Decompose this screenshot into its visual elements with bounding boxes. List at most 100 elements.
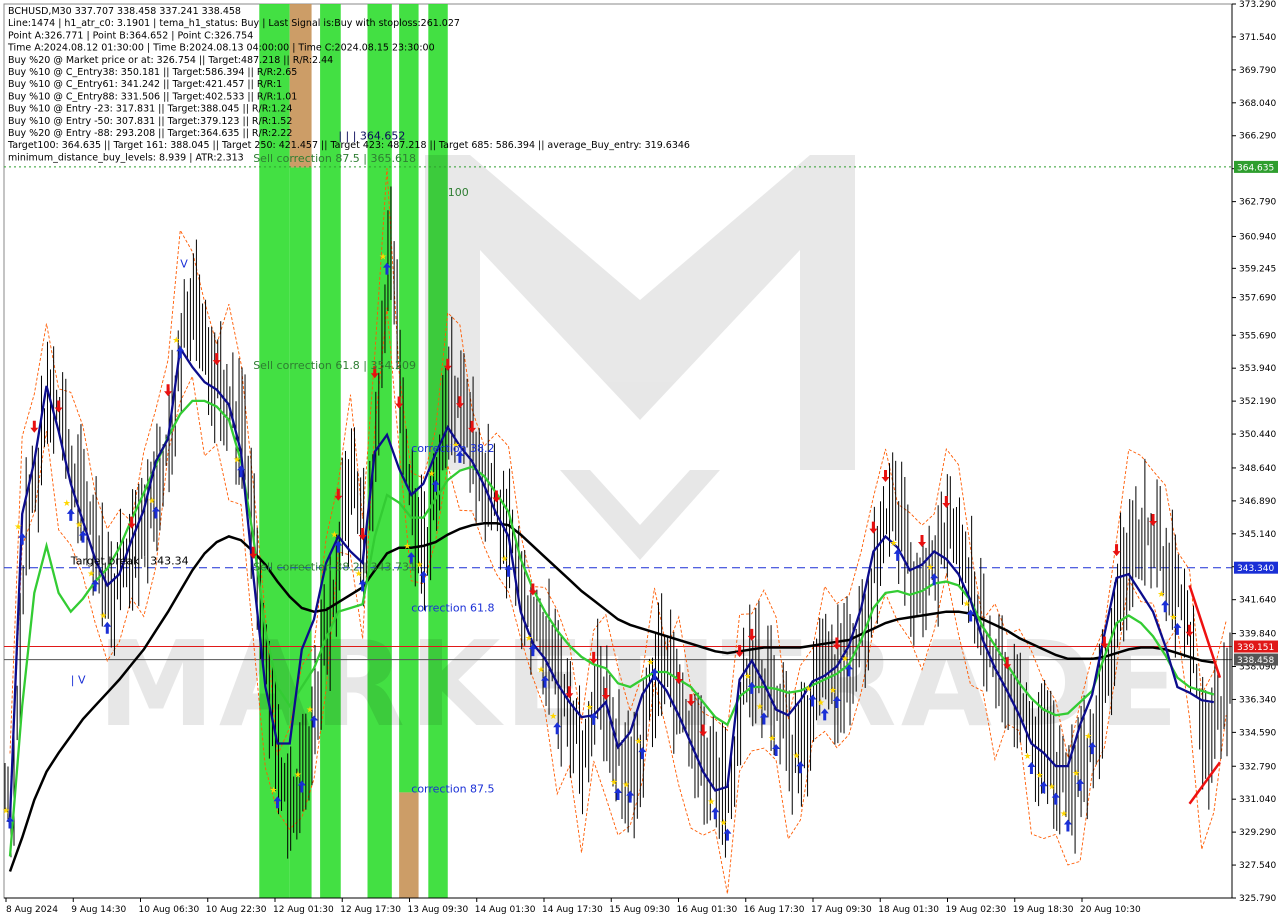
buy-star-icon: ★: [525, 634, 533, 644]
buy-star-icon: ★: [14, 523, 22, 533]
buy-star-icon: ★: [270, 786, 278, 796]
info-line-11: Target100: 364.635 || Target 161: 388.04…: [7, 140, 690, 151]
info-line-2: Point A:326.771 | Point B:364.652 | Poin…: [8, 30, 253, 41]
y-tick-label: 353.940: [1239, 364, 1276, 374]
y-tick-label: 341.640: [1239, 596, 1276, 606]
buy-star-icon: ★: [87, 569, 95, 579]
buy-star-icon: ★: [1169, 613, 1177, 623]
chart-annotation-4: correction 38.2: [411, 442, 494, 455]
buy-star-icon: ★: [963, 600, 971, 610]
y-tick-label: 371.540: [1239, 33, 1276, 43]
buy-star-icon: ★: [829, 686, 837, 696]
buy-star-icon: ★: [99, 612, 107, 622]
buy-star-icon: ★: [1084, 732, 1092, 742]
x-tick-label: 14 Aug 01:30: [475, 905, 536, 915]
x-tick-label: 19 Aug 02:30: [946, 905, 1007, 915]
x-tick-label: 16 Aug 17:30: [744, 905, 805, 915]
info-line-3: Time A:2024.08.12 01:30:00 | Time B:2024…: [7, 43, 435, 54]
chart-annotation-5: Target break | 343.34: [70, 555, 189, 568]
x-tick-label: 18 Aug 01:30: [878, 905, 939, 915]
buy-star-icon: ★: [501, 555, 509, 565]
buy-star-icon: ★: [622, 781, 630, 791]
price-tag-label-3: 338.458: [1237, 656, 1274, 666]
y-tick-label: 369.790: [1239, 66, 1276, 76]
y-tick-label: 366.290: [1239, 132, 1276, 142]
chart-annotation-10: | V: [71, 673, 86, 686]
y-tick-label: 348.640: [1239, 464, 1276, 474]
buy-star-icon: ★: [756, 702, 764, 712]
buy-star-icon: ★: [841, 654, 849, 664]
buy-star-icon: ★: [1023, 752, 1031, 762]
y-tick-label: 357.690: [1239, 294, 1276, 304]
info-line-12: minimum_distance_buy_levels: 8.939 | ATR…: [8, 152, 244, 163]
chart-annotation-6: Sell correction 38.2 | 343.731: [253, 560, 416, 573]
y-tick-label: 352.190: [1239, 397, 1276, 407]
signal-zone-6: [399, 792, 419, 898]
buy-star-icon: ★: [306, 705, 314, 715]
x-tick-label: 15 Aug 09:30: [609, 905, 670, 915]
buy-star-icon: ★: [75, 521, 83, 531]
buy-star-icon: ★: [805, 684, 813, 694]
x-tick-label: 12 Aug 01:30: [273, 905, 334, 915]
x-tick-label: 20 Aug 10:30: [1080, 905, 1141, 915]
buy-star-icon: ★: [586, 703, 594, 713]
y-tick-label: 345.140: [1239, 530, 1276, 540]
y-tick-label: 373.290: [1239, 0, 1276, 10]
chart-annotation-9: V: [180, 257, 188, 270]
y-tick-label: 329.290: [1239, 828, 1276, 838]
chart-annotation-1: Sell correction 87.5 | 365.618: [253, 152, 416, 165]
buy-star-icon: ★: [2, 806, 10, 816]
y-tick-label: 331.040: [1239, 795, 1276, 805]
buy-star-icon: ★: [707, 797, 715, 807]
buy-star-icon: ★: [148, 496, 156, 506]
y-tick-label: 327.540: [1239, 861, 1276, 871]
buy-star-icon: ★: [1036, 771, 1044, 781]
buy-star-icon: ★: [634, 737, 642, 747]
chart-annotation-8: correction 87.5: [411, 782, 494, 795]
chart-root: MARKETITRADE ★ ★ ★ ★ ★ ★ ★ ★ ★ ★ ★ ★ ★ ★ ★ ★ ★ ★ ★ ★ ★ ★ ★ ★ ★ ★ ★…: [0, 0, 1280, 920]
buy-star-icon: ★: [817, 698, 825, 708]
x-tick-label: 19 Aug 18:30: [1013, 905, 1074, 915]
buy-star-icon: ★: [646, 658, 654, 668]
buy-star-icon: ★: [233, 455, 241, 465]
y-tick-label: 355.690: [1239, 331, 1276, 341]
x-tick-label: 12 Aug 17:30: [340, 905, 401, 915]
y-tick-label: 334.590: [1239, 728, 1276, 738]
buy-star-icon: ★: [744, 672, 752, 682]
x-tick-label: 9 Aug 14:30: [71, 905, 126, 915]
info-line-0: BCHUSD,M30 337.707 338.458 337.241 338.4…: [8, 6, 241, 17]
x-tick-label: 10 Aug 06:30: [139, 905, 200, 915]
price-tag-label-1: 343.340: [1237, 564, 1274, 574]
info-line-1: Line:1474 | h1_atr_c0: 3.1901 | tema_h1_…: [8, 18, 460, 29]
buy-star-icon: ★: [890, 539, 898, 549]
buy-star-icon: ★: [792, 751, 800, 761]
price-tag-label-0: 364.635: [1237, 163, 1274, 173]
y-tick-label: 359.245: [1239, 264, 1276, 274]
y-tick-label: 350.440: [1239, 430, 1276, 440]
buy-star-icon: ★: [719, 819, 727, 829]
buy-star-icon: ★: [768, 734, 776, 744]
info-line-6: Buy %10 @ C_Entry61: 341.242 || Target:4…: [8, 79, 282, 90]
info-line-4: Buy %20 @ Market price or at: 326.754 ||…: [8, 55, 333, 66]
chart-annotation-3: Sell correction 61.8 | 354.209: [253, 359, 416, 372]
buy-star-icon: ★: [549, 712, 557, 722]
info-line-10: Buy %20 @ Entry -88: 293.208 || Target:3…: [8, 128, 292, 139]
buy-star-icon: ★: [926, 563, 934, 573]
chart-annotation-7: correction 61.8: [411, 602, 494, 615]
buy-star-icon: ★: [403, 542, 411, 552]
y-tick-label: 339.840: [1239, 630, 1276, 640]
y-tick-label: 368.040: [1239, 99, 1276, 109]
buy-star-icon: ★: [610, 778, 618, 788]
buy-star-icon: ★: [1060, 809, 1068, 819]
buy-star-icon: ★: [294, 770, 302, 780]
y-tick-label: 325.790: [1239, 894, 1276, 904]
buy-star-icon: ★: [1072, 769, 1080, 779]
info-line-8: Buy %10 @ Entry -23: 317.831 || Target:3…: [8, 104, 292, 115]
x-tick-label: 14 Aug 17:30: [542, 905, 603, 915]
y-tick-label: 346.890: [1239, 497, 1276, 507]
buy-star-icon: ★: [172, 336, 180, 346]
info-line-9: Buy %10 @ Entry -50: 307.831 || Target:3…: [8, 116, 292, 127]
buy-star-icon: ★: [1157, 590, 1165, 600]
x-tick-label: 13 Aug 09:30: [408, 905, 469, 915]
buy-star-icon: ★: [1048, 783, 1056, 793]
